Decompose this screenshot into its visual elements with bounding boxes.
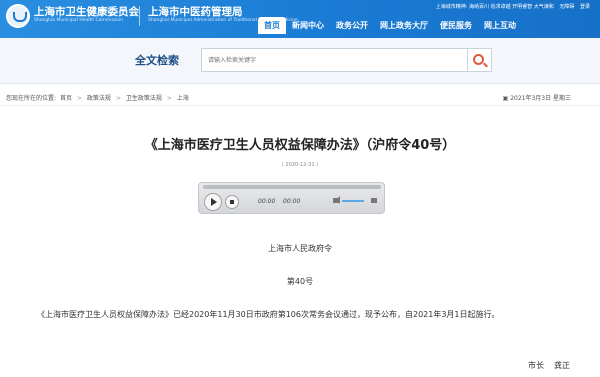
breadcrumb-row: 您现在所在的位置: 首页 > 政策法规 > 卫生政策法规 > 上海 ▣ 2021年3月… [0, 90, 600, 106]
signature-name: 龚正 [554, 361, 570, 370]
article-signature: 市长 龚正 [518, 360, 570, 371]
stop-icon[interactable] [225, 195, 239, 209]
article-order-number: 第40号 [286, 277, 314, 286]
volume-mute-icon[interactable] [333, 196, 340, 204]
breadcrumb-separator-icon: > [166, 95, 172, 102]
accessibility-link[interactable]: 无障碍 [559, 4, 574, 10]
article-title: 《上海市医疗卫生人员权益保障办法》（沪府令40号） [144, 138, 456, 153]
play-icon[interactable] [204, 193, 222, 211]
current-date: ▣ 2021年3月3日 星期三 [503, 93, 571, 102]
audio-player: 00:00 00:00 [198, 182, 385, 214]
site-header: 上海市卫生健康委员会 Shanghai Municipal Health Com… [0, 0, 600, 38]
org-name-health-commission-en: Shanghai Municipal Health Commission [34, 18, 123, 23]
audio-duration: 00:00 [283, 198, 301, 205]
volume-slider[interactable] [342, 200, 364, 202]
breadcrumb-item-health-policy[interactable]: 卫生政策法规 [126, 95, 162, 102]
breadcrumb: 您现在所在的位置: 首页 > 政策法规 > 卫生政策法规 > 上海 [6, 93, 191, 102]
article-date: ( 2020-12-31 ) [281, 162, 319, 168]
current-date-text: 2021年3月3日 星期三 [510, 95, 571, 102]
nav-item-news[interactable]: 新闻中心 [286, 17, 330, 34]
city-spirit-text: 上海城市精神: 海纳百川 追求卓越 开明睿智 大气谦和 [435, 4, 554, 10]
search-button[interactable] [468, 48, 492, 72]
top-utility-bar: 上海城市精神: 海纳百川 追求卓越 开明睿智 大气谦和 无障碍 登录 [432, 3, 590, 10]
nav-item-online-services[interactable]: 网上政务大厅 [374, 17, 434, 34]
search-icon-handle [483, 62, 488, 68]
nav-item-interaction[interactable]: 网上互动 [478, 17, 522, 34]
breadcrumb-separator-icon: > [115, 95, 121, 102]
breadcrumb-item-policy[interactable]: 政策法规 [87, 95, 111, 102]
search-input[interactable] [208, 49, 463, 71]
article-paragraph: 《上海市医疗卫生人员权益保障办法》已经2020年11月30日市政府第106次常务… [37, 310, 500, 319]
breadcrumb-item-shanghai[interactable]: 上海 [177, 95, 189, 102]
search-band: 全文检索 [0, 38, 600, 84]
breadcrumb-prefix: 您现在所在的位置: [6, 95, 57, 102]
header-divider [139, 6, 140, 26]
volume-max-icon[interactable] [371, 198, 377, 203]
audio-progress-bar[interactable] [203, 185, 381, 189]
nav-item-open-government[interactable]: 政务公开 [330, 17, 374, 34]
login-link[interactable]: 登录 [580, 4, 590, 10]
search-box [201, 48, 468, 72]
breadcrumb-item-home[interactable]: 首页 [60, 95, 72, 102]
signature-title: 市长 [528, 361, 544, 370]
main-nav: 首页 新闻中心 政务公开 网上政务大厅 便民服务 网上互动 [258, 17, 522, 34]
search-title: 全文检索 [135, 54, 179, 67]
audio-current-time: 00:00 [258, 198, 276, 205]
breadcrumb-separator-icon: > [76, 95, 82, 102]
org-name-tcm-administration[interactable]: 上海市中医药管理局 [148, 4, 243, 19]
org-name-health-commission[interactable]: 上海市卫生健康委员会 [34, 4, 139, 19]
article-issuer: 上海市人民政府令 [268, 244, 332, 253]
nav-item-home[interactable]: 首页 [258, 17, 286, 34]
nav-item-public-services[interactable]: 便民服务 [434, 17, 478, 34]
logo-icon[interactable] [6, 4, 30, 28]
